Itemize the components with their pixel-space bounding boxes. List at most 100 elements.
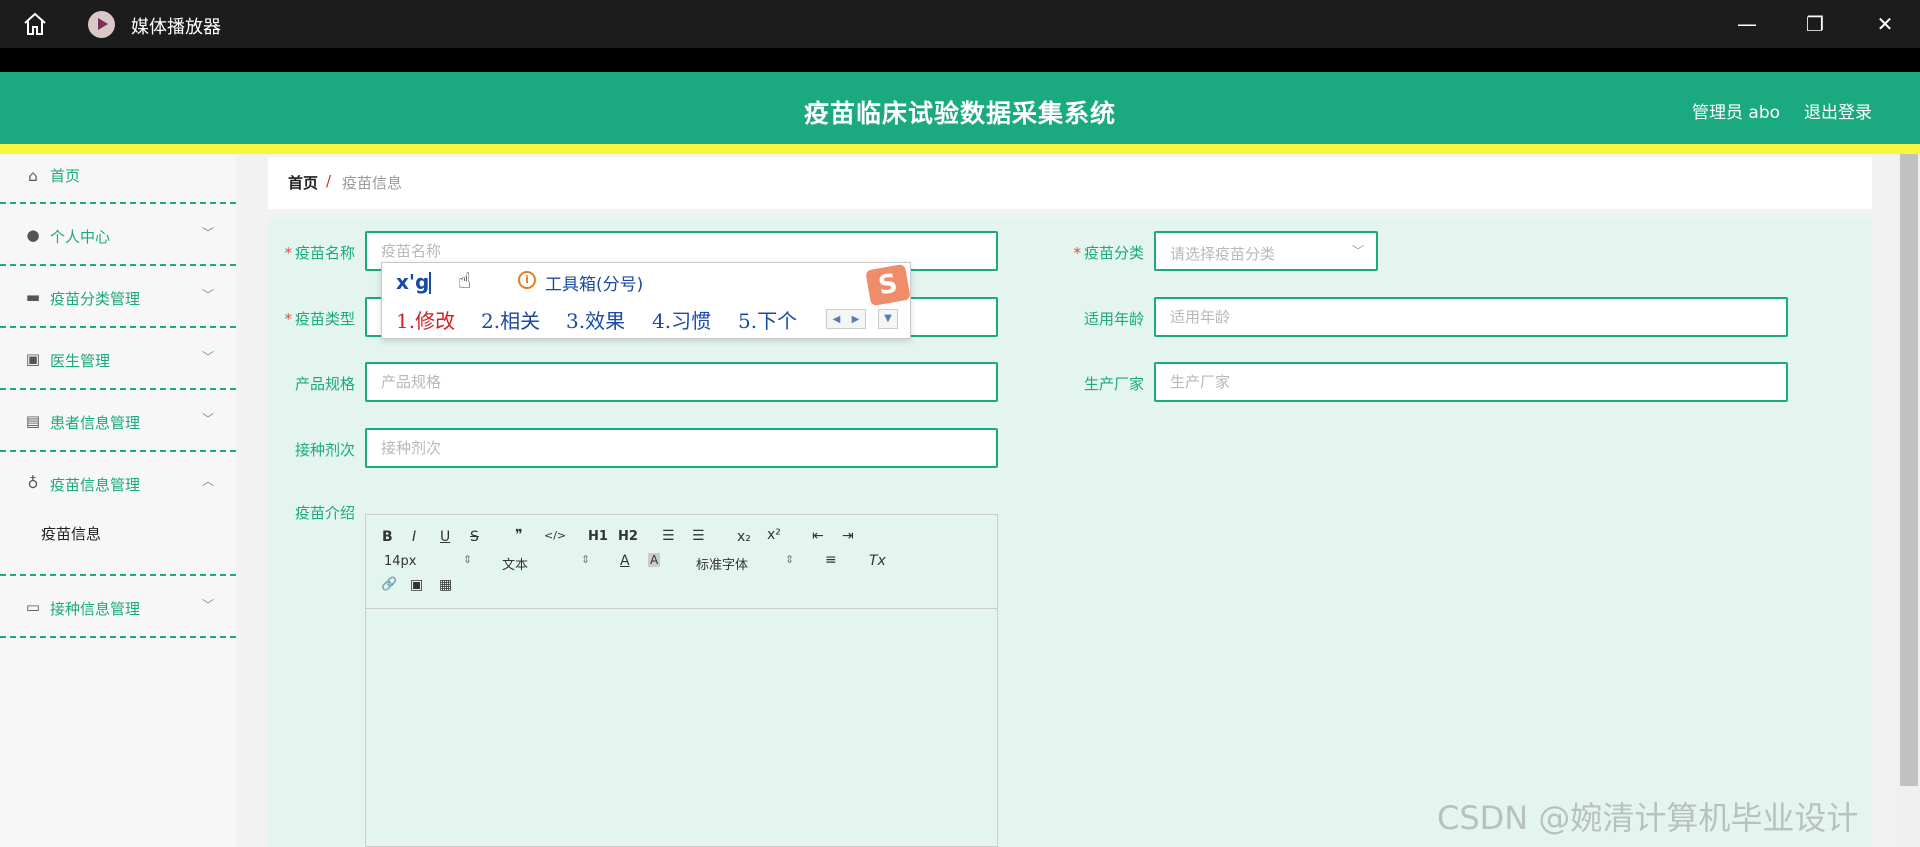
sidebar-item-vaccine-info[interactable]: ♁ 疫苗信息管理 ︿ bbox=[0, 454, 236, 576]
dose-input[interactable] bbox=[365, 428, 998, 468]
italic-button[interactable]: I bbox=[412, 529, 416, 545]
video-letterbox-band bbox=[0, 48, 1920, 72]
strike-button[interactable]: S bbox=[470, 529, 479, 545]
video-icon[interactable]: ▦ bbox=[439, 577, 452, 593]
user-icon: ● bbox=[26, 226, 40, 244]
maximize-button[interactable]: ❐ bbox=[1780, 0, 1850, 48]
sidebar-item-label: 个人中心 bbox=[50, 228, 111, 246]
chevron-up-icon: ︿ bbox=[202, 474, 215, 488]
chevron-down-icon: ﹀ bbox=[202, 598, 215, 612]
background-color-icon[interactable]: A bbox=[648, 553, 661, 567]
sidebar-item-label: 患者信息管理 bbox=[50, 414, 141, 432]
ime-candidate[interactable]: 3.效果 bbox=[566, 305, 625, 334]
current-user: 管理员 abo bbox=[1692, 103, 1781, 123]
align-button[interactable]: ≡ bbox=[825, 552, 837, 568]
image-icon[interactable]: ▣ bbox=[410, 577, 423, 593]
home-icon: ⌂ bbox=[28, 167, 38, 185]
minimize-button[interactable]: — bbox=[1712, 0, 1782, 48]
superscript-button[interactable]: x² bbox=[767, 527, 781, 543]
home-icon[interactable] bbox=[22, 12, 48, 36]
select-arrows-icon: ⇕ bbox=[785, 553, 795, 566]
sidebar-item-label: 疫苗信息管理 bbox=[50, 476, 141, 494]
header-accent-bar bbox=[0, 144, 1920, 154]
window-title-bar: 媒体播放器 — ❐ ✕ bbox=[0, 0, 1920, 48]
ime-candidate[interactable]: 4.习惯 bbox=[652, 305, 711, 334]
product-spec-label: 产品规格 bbox=[294, 375, 355, 393]
logout-link[interactable]: 退出登录 bbox=[1804, 98, 1872, 123]
underline-button[interactable]: U bbox=[440, 529, 450, 545]
manufacturer-input[interactable] bbox=[1154, 362, 1788, 402]
ime-candidate[interactable]: 5.下个 bbox=[738, 305, 797, 334]
system-title: 疫苗临床试验数据采集系统 bbox=[803, 99, 1116, 128]
link-icon[interactable]: 🔗 bbox=[381, 577, 397, 592]
chat-icon: ▬ bbox=[25, 288, 41, 306]
manufacturer-label: 生产厂家 bbox=[1083, 375, 1144, 393]
sogou-logo-icon: S bbox=[865, 263, 911, 307]
sidebar-item-patient[interactable]: ▤ 患者信息管理 ﹀ bbox=[0, 392, 236, 452]
select-arrows-icon: ⇕ bbox=[581, 553, 591, 566]
ime-composition-text: x'g bbox=[396, 270, 430, 294]
ordered-list-button[interactable]: ☰ bbox=[662, 528, 675, 544]
vaccine-category-select[interactable]: 请选择疫苗分类 ﹀ bbox=[1154, 231, 1378, 271]
briefcase-icon: ▣ bbox=[25, 350, 41, 368]
vaccine-category-label: * 疫苗分类 bbox=[1073, 244, 1144, 262]
sidebar-item-label: 疫苗分类管理 bbox=[50, 290, 141, 308]
breadcrumb-separator: / bbox=[326, 172, 332, 190]
sidebar-item-label: 接种信息管理 bbox=[50, 600, 141, 618]
sidebar-subitem-vaccine-info[interactable]: 疫苗信息 bbox=[41, 523, 101, 544]
clean-format-button[interactable]: Tx bbox=[869, 553, 886, 569]
subscript-button[interactable]: x₂ bbox=[737, 529, 751, 545]
applicable-age-label: 适用年龄 bbox=[1083, 310, 1144, 328]
hand-pointer-icon: ☝ bbox=[458, 269, 472, 294]
bold-button[interactable]: B bbox=[382, 529, 393, 545]
sidebar: ⌂ 首页 ● 个人中心 ﹀ ▬ 疫苗分类管理 ﹀ ▣ 医生管理 ﹀ ▤ 患者信息… bbox=[0, 154, 236, 847]
microphone-icon: ♁ bbox=[27, 474, 39, 492]
sidebar-item-vaccination[interactable]: ▭ 接种信息管理 ﹀ bbox=[0, 578, 236, 638]
code-block-button[interactable]: </> bbox=[544, 529, 566, 542]
blockquote-button[interactable]: ❞ bbox=[515, 527, 523, 543]
ime-pager[interactable]: ◀ ▶ bbox=[826, 309, 866, 329]
chevron-left-icon[interactable]: ◀ bbox=[833, 314, 841, 325]
breadcrumb-home[interactable]: 首页 bbox=[288, 172, 318, 193]
rich-text-editor: B I U S ❞ </> H1 H2 ☰ ☰ x₂ x² ⇤ ⇥ 14px ⇕… bbox=[365, 514, 998, 847]
ime-toolbox-link[interactable]: 工具箱(分号) bbox=[545, 270, 643, 295]
vaccine-type-label: * 疫苗类型 bbox=[284, 310, 355, 328]
window-title: 媒体播放器 bbox=[131, 17, 221, 38]
chevron-right-icon[interactable]: ▶ bbox=[852, 314, 860, 325]
outdent-button[interactable]: ⇤ bbox=[812, 528, 824, 544]
ime-candidate-popup: x'g ☝ i 工具箱(分号) S 1.修改 2.相关 3.效果 4.习惯 5.… bbox=[381, 262, 911, 339]
scrollbar-thumb[interactable] bbox=[1900, 154, 1918, 786]
font-color-icon[interactable]: A bbox=[620, 553, 630, 569]
sidebar-item-label: 首页 bbox=[50, 167, 81, 185]
sidebar-item-home[interactable]: ⌂ 首页 bbox=[0, 154, 236, 204]
header-select[interactable]: 文本 bbox=[502, 554, 528, 573]
app-header: 疫苗临床试验数据采集系统 管理员 abo 退出登录 bbox=[0, 72, 1920, 144]
ime-candidate[interactable]: 1.修改 bbox=[396, 305, 455, 334]
select-arrows-icon: ⇕ bbox=[463, 553, 473, 566]
breadcrumb-current: 疫苗信息 bbox=[342, 174, 403, 192]
applicable-age-input[interactable] bbox=[1154, 297, 1788, 337]
heading1-button[interactable]: H1 bbox=[588, 529, 608, 544]
clipboard-icon: ▤ bbox=[25, 412, 41, 430]
ime-expand-button[interactable]: ▼ bbox=[878, 309, 898, 329]
font-family-select[interactable]: 标准字体 bbox=[696, 554, 748, 573]
vaccine-name-label: * 疫苗名称 bbox=[284, 244, 355, 262]
font-size-select[interactable]: 14px bbox=[384, 554, 417, 569]
heading2-button[interactable]: H2 bbox=[618, 529, 638, 544]
chevron-down-icon: ﹀ bbox=[202, 412, 215, 426]
indent-button[interactable]: ⇥ bbox=[842, 528, 854, 544]
sidebar-item-vaccine-category[interactable]: ▬ 疫苗分类管理 ﹀ bbox=[0, 268, 236, 328]
chevron-down-icon: ﹀ bbox=[202, 288, 215, 302]
product-spec-input[interactable] bbox=[365, 362, 998, 402]
ime-text-cursor bbox=[429, 272, 431, 294]
dose-label: 接种剂次 bbox=[294, 441, 355, 459]
chevron-down-icon: ﹀ bbox=[202, 350, 215, 364]
close-button[interactable]: ✕ bbox=[1850, 0, 1920, 48]
sidebar-item-doctor[interactable]: ▣ 医生管理 ﹀ bbox=[0, 330, 236, 390]
ime-candidate[interactable]: 2.相关 bbox=[481, 305, 540, 334]
watermark: CSDN @婉清计算机毕业设计 bbox=[1437, 799, 1859, 837]
info-icon: i bbox=[518, 271, 536, 289]
sidebar-item-profile[interactable]: ● 个人中心 ﹀ bbox=[0, 206, 236, 266]
bullet-list-button[interactable]: ☰ bbox=[692, 528, 705, 544]
chevron-down-icon: ﹀ bbox=[1351, 244, 1364, 258]
